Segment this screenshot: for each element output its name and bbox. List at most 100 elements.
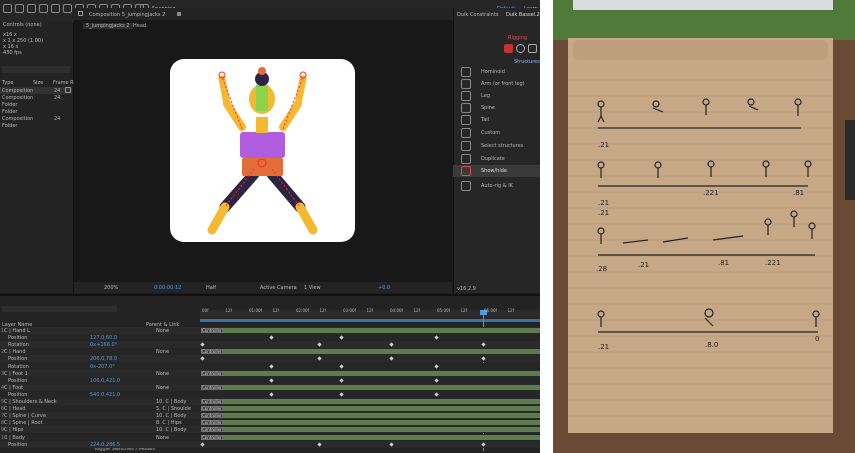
keyframe[interactable] <box>434 335 439 340</box>
hand-icon[interactable] <box>528 44 537 53</box>
property-row[interactable]: Position 127.0,60.0 <box>0 334 540 342</box>
keyframe[interactable] <box>269 363 274 369</box>
layer-duration-bar[interactable] <box>201 420 540 426</box>
layer-duration-bar[interactable] <box>201 427 540 433</box>
link-icon[interactable] <box>516 44 525 53</box>
layer-duration-bar[interactable] <box>201 384 540 390</box>
tab-duik-constraints[interactable]: Duik Constraints <box>457 12 498 18</box>
parent-dropdown[interactable]: None <box>156 435 169 441</box>
duik-item-custom[interactable]: Custom <box>453 127 540 139</box>
keyframe[interactable] <box>269 335 274 340</box>
layer-duration-bar[interactable] <box>201 399 540 404</box>
composition-canvas[interactable] <box>170 59 355 242</box>
property-row[interactable]: Rotation 0x+166.0° <box>0 341 540 349</box>
project-item[interactable]: Folder <box>2 123 17 129</box>
property-row[interactable]: Position 206.0,78.0 <box>0 355 540 363</box>
timeline-search-input[interactable] <box>2 306 117 312</box>
parent-dropdown[interactable]: 10. C | Body <box>156 413 187 419</box>
keyframe[interactable] <box>434 392 439 397</box>
property-value[interactable]: 0x-207.0° <box>90 364 115 370</box>
project-item[interactable]: Folder <box>2 109 17 115</box>
tab-composition[interactable]: 5_jumpingjacks 2 <box>83 23 133 29</box>
layer-duration-bar[interactable] <box>201 413 540 419</box>
camera-tool-icon[interactable] <box>63 4 72 13</box>
flowchart-icon[interactable] <box>65 87 71 93</box>
project-item[interactable]: Composition <box>2 116 33 122</box>
hand-tool-icon[interactable] <box>27 4 36 13</box>
keyframe[interactable] <box>200 342 205 347</box>
keyframe[interactable] <box>317 441 322 447</box>
keyframe[interactable] <box>481 356 486 362</box>
lock-icon[interactable] <box>78 11 83 16</box>
project-search-input[interactable] <box>2 66 70 73</box>
layer-row[interactable]: C | Foot 1 3 None Controller <box>0 369 540 377</box>
keyframe[interactable] <box>389 441 394 447</box>
selection-tool-icon[interactable] <box>15 4 24 13</box>
duik-item-arm[interactable]: Arm (or front leg) <box>453 78 540 90</box>
bone-icon[interactable] <box>504 44 513 53</box>
keyframe[interactable] <box>481 342 486 347</box>
keyframe[interactable] <box>339 378 344 383</box>
duik-item-duplicate[interactable]: Duplicate <box>453 153 540 165</box>
layer-row[interactable]: C | Head 6 5. C | Shoulde Controller <box>0 405 540 413</box>
zoom-tool-icon[interactable] <box>39 4 48 13</box>
keyframe[interactable] <box>269 378 274 383</box>
layer-row[interactable]: C | Hips 9 10. C | Body Controller <box>0 426 540 434</box>
rotate-tool-icon[interactable] <box>51 4 60 13</box>
layer-row[interactable]: C | Body 10 None Controller <box>0 433 540 441</box>
column-type[interactable]: Type <box>2 80 13 86</box>
tab-duik-bassel[interactable]: Duik Bassel.2 <box>506 12 540 18</box>
parent-dropdown[interactable]: 8. C | Hips <box>156 420 182 426</box>
property-value[interactable]: 127.0,60.0 <box>90 335 117 341</box>
layer-duration-bar[interactable] <box>201 349 540 355</box>
duik-item-spine[interactable]: Spine <box>453 102 540 114</box>
current-time-display[interactable]: 0:00:00:12 <box>154 285 181 291</box>
keyframe[interactable] <box>200 356 205 362</box>
property-row[interactable]: Position 224.0,286.5 <box>0 440 540 448</box>
parent-dropdown[interactable]: 10. C | Body <box>156 399 187 405</box>
keyframe[interactable] <box>339 335 344 340</box>
duik-item-show-hide[interactable]: Show/hide <box>453 165 540 177</box>
property-value[interactable]: 106.0,421.0 <box>90 378 120 384</box>
duik-item-select-structures[interactable]: Select structures <box>453 140 540 152</box>
column-size[interactable]: Size <box>33 80 43 86</box>
parent-dropdown[interactable]: None <box>156 371 169 377</box>
duik-item-autorig[interactable]: Auto-rig & IK <box>453 180 540 192</box>
tab-head[interactable]: Head <box>133 23 146 29</box>
keyframe[interactable] <box>339 363 344 369</box>
keyframe[interactable] <box>481 441 486 447</box>
layer-row[interactable]: C | Hand L 1 None Controller <box>0 327 540 334</box>
layer-duration-bar[interactable] <box>201 434 540 440</box>
resolution-dropdown[interactable]: Half <box>206 285 216 291</box>
project-item[interactable]: Composition <box>2 88 33 94</box>
menu-icon[interactable] <box>177 12 181 16</box>
project-item[interactable]: Folder <box>2 102 17 108</box>
layer-row[interactable]: C | Foot 4 None Controller <box>0 383 540 391</box>
keyframe[interactable] <box>389 356 394 362</box>
layer-row[interactable]: C | Hand 2 None Controller <box>0 348 540 356</box>
keyframe[interactable] <box>434 378 439 383</box>
parent-dropdown[interactable]: 5. C | Shoulde <box>156 406 191 412</box>
exposure-value[interactable]: +0.0 <box>378 285 390 291</box>
property-value[interactable]: 224.0,286.5 <box>90 442 120 448</box>
property-value[interactable]: 540.0,421.0 <box>90 392 120 398</box>
parent-dropdown[interactable]: None <box>156 349 169 355</box>
keyframe[interactable] <box>339 392 344 397</box>
layer-duration-bar[interactable] <box>201 328 540 333</box>
duik-item-leg[interactable]: Leg <box>453 90 540 102</box>
property-value[interactable]: 206.0,78.0 <box>90 356 117 362</box>
parent-dropdown[interactable]: None <box>156 385 169 391</box>
project-item[interactable]: Composition <box>2 95 33 101</box>
property-row[interactable]: Position 540.0,421.0 <box>0 390 540 398</box>
property-row[interactable]: Rotation 0x-207.0° <box>0 362 540 370</box>
duik-item-hominoid[interactable]: Hominoid <box>453 66 540 78</box>
parent-dropdown[interactable]: 10. C | Body <box>156 427 187 433</box>
layer-duration-bar[interactable] <box>201 370 540 376</box>
layer-row[interactable]: C | Spine | Root 8 8. C | Hips Controller <box>0 419 540 427</box>
layer-duration-bar[interactable] <box>201 406 540 412</box>
views-dropdown[interactable]: 1 View <box>304 285 321 291</box>
layer-row[interactable]: C | Spine | Curve 7 10. C | Body Controller <box>0 412 540 420</box>
keyframe[interactable] <box>317 342 322 347</box>
keyframe[interactable] <box>200 441 205 447</box>
home-icon[interactable] <box>3 4 12 13</box>
